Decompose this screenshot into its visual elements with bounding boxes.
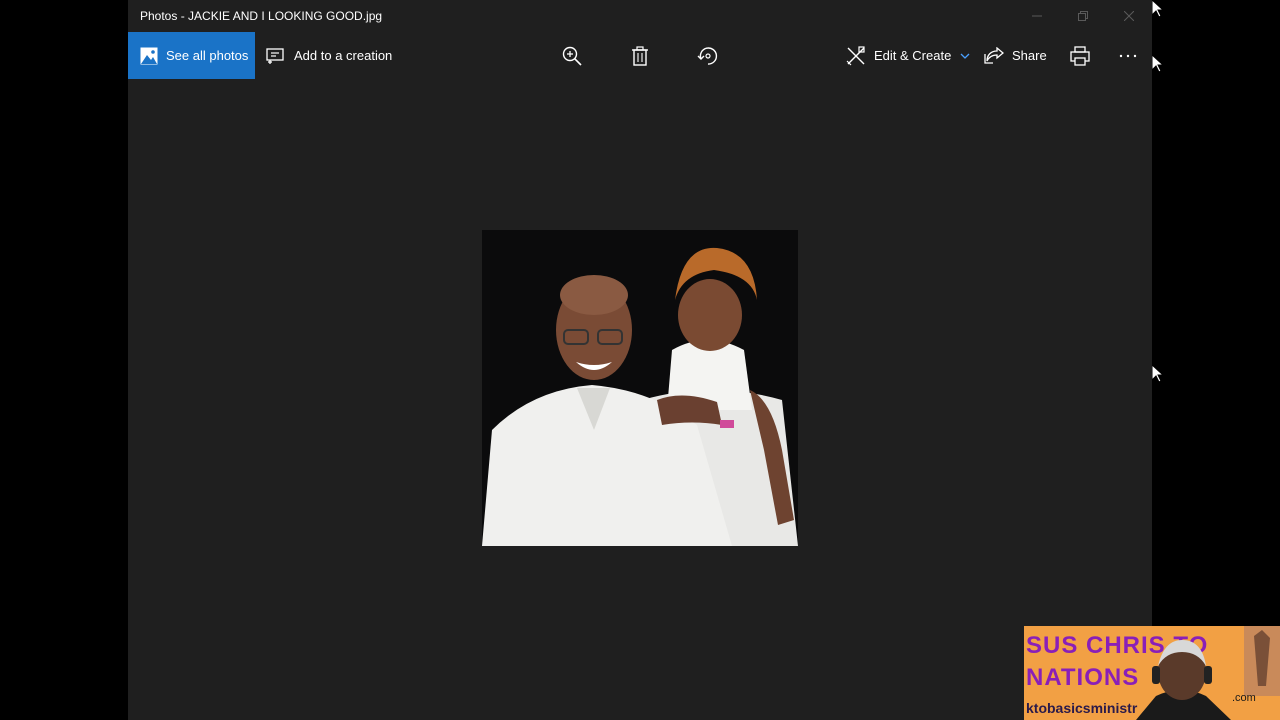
photos-app-window: Photos - JACKIE AND I LOOKING GOOD.jpg S…: [128, 0, 1152, 720]
mouse-cursor-icon: [1152, 55, 1164, 73]
print-button[interactable]: [1060, 32, 1100, 79]
see-all-photos-button[interactable]: See all photos: [128, 32, 255, 79]
share-button[interactable]: Share: [984, 32, 1047, 79]
add-to-creation-label: Add to a creation: [294, 48, 393, 63]
minimize-icon: [1032, 15, 1042, 17]
mouse-cursor-icon: [1152, 365, 1164, 383]
minimize-button[interactable]: [1014, 0, 1060, 32]
print-icon: [1070, 45, 1090, 66]
webcam-overlay: SUS CHRIS TO NATIONS ktobasicsministr .c…: [1024, 626, 1280, 720]
window-title: Photos - JACKIE AND I LOOKING GOOD.jpg: [140, 9, 383, 23]
add-to-creation-button[interactable]: Add to a creation: [266, 32, 392, 79]
mouse-cursor-icon: [1152, 0, 1164, 18]
webcam-presenter: [1136, 626, 1280, 720]
see-all-photos-label: See all photos: [166, 48, 249, 63]
share-label: Share: [1012, 48, 1047, 63]
more-icon: [1119, 54, 1137, 57]
couple-photo: [482, 230, 798, 546]
rotate-icon: [697, 46, 718, 65]
edit-create-button[interactable]: Edit & Create: [846, 32, 970, 79]
restore-icon: [1078, 11, 1088, 21]
share-icon: [984, 46, 1004, 64]
rotate-button[interactable]: [688, 32, 728, 79]
zoom-button[interactable]: [552, 32, 592, 79]
delete-button[interactable]: [620, 32, 660, 79]
webcam-banner-line3: ktobasicsministr: [1026, 700, 1138, 716]
close-button[interactable]: [1106, 0, 1152, 32]
image-icon: [140, 47, 158, 64]
photo-viewer-image[interactable]: [482, 230, 798, 546]
close-icon: [1124, 11, 1134, 21]
more-options-button[interactable]: [1108, 32, 1148, 79]
title-bar[interactable]: Photos - JACKIE AND I LOOKING GOOD.jpg: [128, 0, 1152, 32]
add-creation-icon: [266, 47, 284, 64]
edit-create-label: Edit & Create: [874, 48, 952, 63]
webcam-banner-line2: NATIONS: [1026, 664, 1140, 691]
zoom-in-icon: [562, 46, 582, 66]
desktop: Photos - JACKIE AND I LOOKING GOOD.jpg S…: [0, 0, 1280, 720]
edit-create-icon: [846, 45, 865, 65]
window-controls: [1014, 0, 1152, 32]
restore-button[interactable]: [1060, 0, 1106, 32]
chevron-down-icon: [960, 53, 970, 59]
webcam-banner-line4: .com: [1232, 692, 1256, 704]
delete-icon: [632, 45, 648, 66]
toolbar: See all photos Add to a creation Edit & …: [128, 32, 1152, 79]
